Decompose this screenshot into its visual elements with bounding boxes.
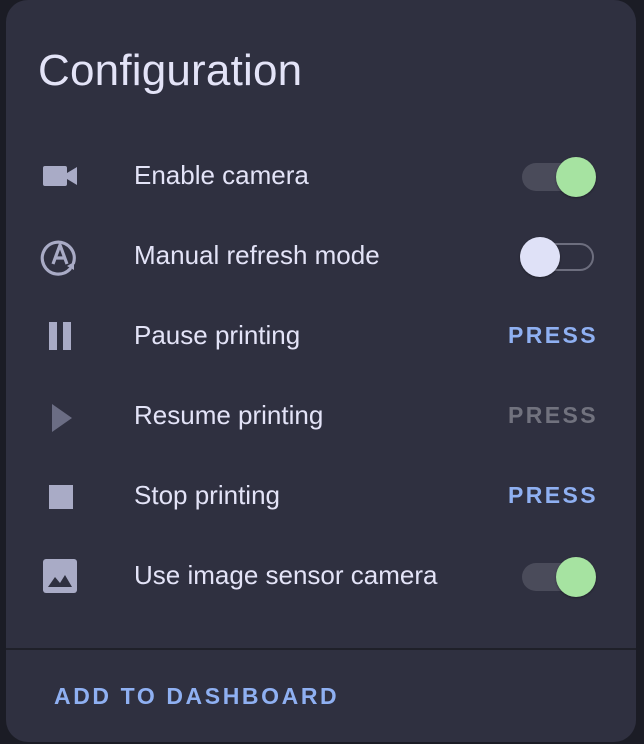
enable-camera-toggle[interactable] [522, 157, 596, 197]
pause-icon [40, 316, 80, 356]
row-label: Stop printing [134, 480, 280, 510]
row-resume-printing: Resume printing PRESS [6, 376, 636, 456]
row-stop-printing: Stop printing PRESS [6, 456, 636, 536]
row-label: Pause printing [134, 320, 301, 350]
configuration-card: Configuration Enable camera Manual refre… [6, 0, 636, 742]
manual-refresh-mode-toggle[interactable] [520, 237, 596, 277]
row-use-image-sensor-camera: Use image sensor camera [6, 536, 636, 616]
row-label: Resume printing [134, 400, 324, 430]
pause-printing-press-button[interactable]: PRESS [508, 322, 598, 349]
auto-refresh-icon [40, 236, 80, 276]
stop-icon [40, 476, 80, 516]
stop-printing-press-button[interactable]: PRESS [508, 482, 598, 509]
use-image-sensor-camera-toggle[interactable] [522, 557, 596, 597]
footer-divider [6, 648, 636, 650]
row-manual-refresh-mode: Manual refresh mode [6, 216, 636, 296]
card-title: Configuration [38, 46, 303, 95]
row-label: Enable camera [134, 160, 309, 190]
row-pause-printing: Pause printing PRESS [6, 296, 636, 376]
toggle-knob [556, 157, 596, 197]
add-to-dashboard-button[interactable]: ADD TO DASHBOARD [54, 683, 339, 710]
image-icon [40, 556, 80, 596]
row-enable-camera: Enable camera [6, 136, 636, 216]
toggle-knob [556, 557, 596, 597]
resume-printing-press-button[interactable]: PRESS [508, 402, 598, 429]
play-icon [40, 396, 80, 436]
video-camera-icon [40, 156, 80, 196]
row-label: Manual refresh mode [134, 240, 380, 270]
toggle-knob [520, 237, 560, 277]
row-label: Use image sensor camera [134, 560, 438, 590]
